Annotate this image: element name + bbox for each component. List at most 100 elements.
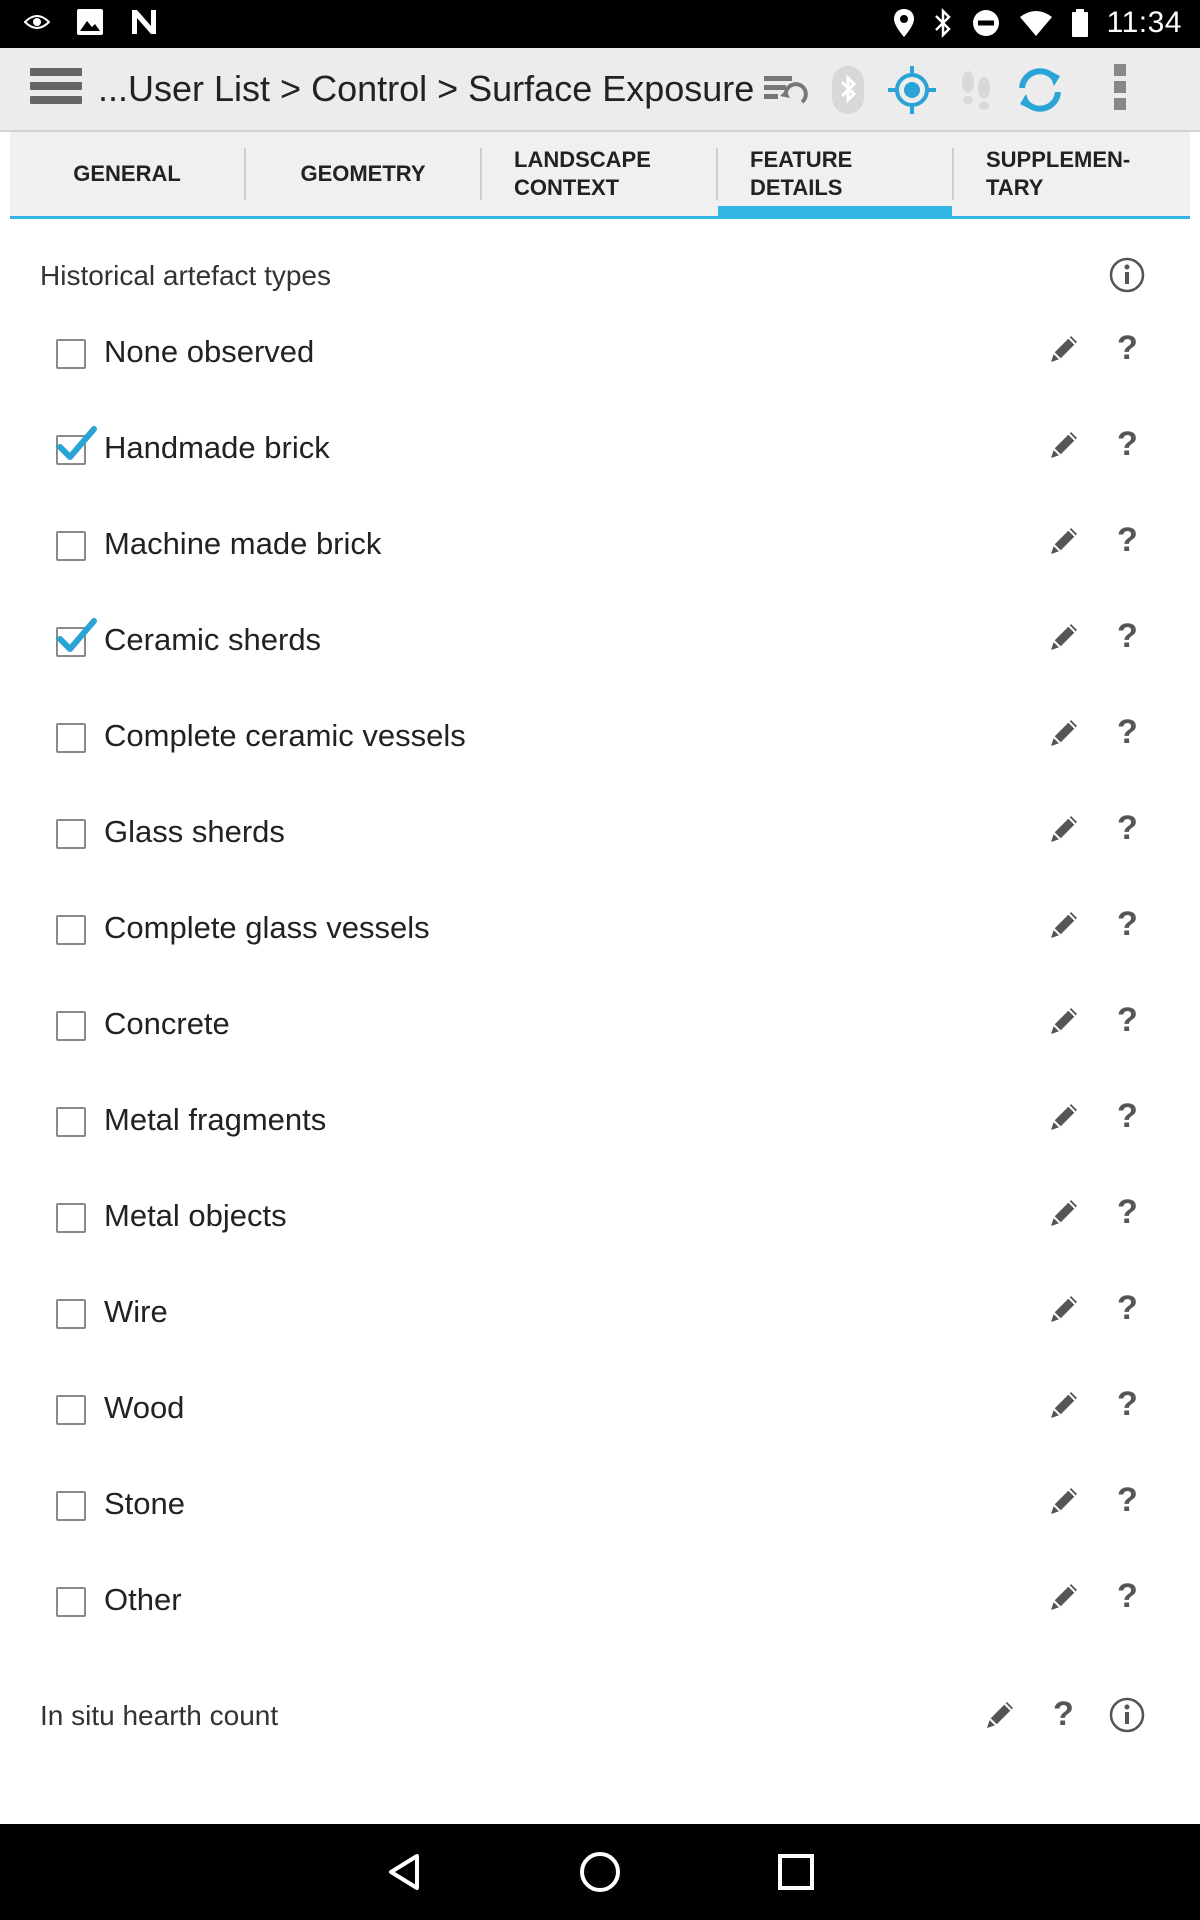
edit-pencil-icon[interactable] (1047, 1004, 1081, 1038)
checkbox-unchecked[interactable] (56, 339, 86, 369)
checkbox-checked[interactable] (56, 426, 97, 465)
eye-icon (24, 15, 50, 29)
gps-target-icon[interactable] (884, 62, 940, 118)
checkbox-unchecked[interactable] (56, 1587, 86, 1617)
info-icon[interactable] (1109, 257, 1145, 293)
tab-general[interactable]: GENERAL (10, 132, 244, 216)
sync-settings-icon[interactable] (756, 62, 812, 118)
status-time: 11:34 (1106, 6, 1182, 39)
option-row[interactable]: Concrete? (0, 978, 1200, 1074)
help-icon[interactable]: ? (1117, 808, 1138, 848)
info-icon[interactable] (1109, 1697, 1145, 1733)
option-label: Glass sherds (104, 814, 285, 849)
option-label: Ceramic sherds (104, 622, 322, 657)
footsteps-icon[interactable] (948, 62, 1004, 118)
option-row[interactable]: Other? (0, 1554, 1200, 1650)
edit-pencil-icon[interactable] (1047, 524, 1081, 558)
edit-pencil-icon[interactable] (1047, 1388, 1081, 1422)
bluetooth-disabled-icon[interactable] (820, 62, 876, 118)
breadcrumb-title: ...User List > Control > Surface Exposur… (98, 68, 755, 109)
help-icon[interactable]: ? (1117, 328, 1138, 368)
status-bar: 11:34 (0, 0, 1200, 48)
checkbox-unchecked[interactable] (56, 819, 86, 849)
option-row[interactable]: Metal objects? (0, 1170, 1200, 1266)
checkbox-unchecked[interactable] (56, 531, 86, 561)
option-label: Stone (104, 1486, 186, 1521)
location-pin-icon (893, 9, 914, 37)
help-icon[interactable]: ? (1117, 1288, 1138, 1328)
tab-label: GENERAL (73, 161, 181, 186)
home-icon[interactable] (578, 1850, 622, 1894)
help-icon[interactable]: ? (1117, 1096, 1138, 1136)
edit-pencil-icon[interactable] (1047, 1292, 1081, 1326)
n-logo-icon (132, 10, 156, 34)
edit-pencil-icon[interactable] (983, 1698, 1017, 1732)
recents-icon[interactable] (776, 1852, 816, 1892)
help-icon[interactable]: ? (1117, 1384, 1138, 1424)
bluetooth-icon (934, 8, 951, 38)
help-icon[interactable]: ? (1117, 1576, 1138, 1616)
option-row[interactable]: Glass sherds? (0, 786, 1200, 882)
tab-feature-details[interactable]: FEATURE DETAILS (718, 132, 952, 216)
option-label: Complete ceramic vessels (104, 718, 466, 753)
checkbox-unchecked[interactable] (56, 1299, 86, 1329)
help-icon[interactable]: ? (1117, 904, 1138, 944)
tab-label: GEOMETRY (300, 161, 426, 186)
option-row[interactable]: Complete glass vessels? (0, 882, 1200, 978)
help-icon[interactable]: ? (1117, 520, 1138, 560)
edit-pencil-icon[interactable] (1047, 1580, 1081, 1614)
overflow-menu-icon[interactable] (1110, 62, 1130, 118)
edit-pencil-icon[interactable] (1047, 428, 1081, 462)
edit-pencil-icon[interactable] (1047, 908, 1081, 942)
tab-label: LANDSCAPE CONTEXT (514, 147, 651, 200)
hamburger-menu-icon[interactable] (30, 68, 82, 110)
option-row[interactable]: Stone? (0, 1458, 1200, 1554)
refresh-icon[interactable] (1012, 62, 1068, 118)
option-label: Machine made brick (104, 526, 382, 561)
help-icon[interactable]: ? (1117, 712, 1138, 752)
checkbox-unchecked[interactable] (56, 1011, 86, 1041)
checkbox-unchecked[interactable] (56, 723, 86, 753)
option-row[interactable]: Complete ceramic vessels? (0, 690, 1200, 786)
edit-pencil-icon[interactable] (1047, 620, 1081, 654)
help-icon[interactable]: ? (1117, 1192, 1138, 1232)
checkbox-unchecked[interactable] (56, 915, 86, 945)
edit-pencil-icon[interactable] (1047, 1484, 1081, 1518)
help-icon[interactable]: ? (1117, 616, 1138, 656)
checkbox-unchecked[interactable] (56, 1203, 86, 1233)
system-nav-bar (0, 1824, 1200, 1920)
back-icon[interactable] (385, 1852, 425, 1892)
tab-geometry[interactable]: GEOMETRY (246, 132, 480, 216)
option-label: Complete glass vessels (104, 910, 430, 945)
edit-pencil-icon[interactable] (1047, 812, 1081, 846)
option-label: None observed (104, 334, 315, 369)
edit-pencil-icon[interactable] (1047, 716, 1081, 750)
option-label: Wire (104, 1294, 168, 1329)
help-icon[interactable]: ? (1117, 1480, 1138, 1520)
option-row[interactable]: None observed? (0, 306, 1200, 402)
help-icon[interactable]: ? (1117, 424, 1138, 464)
checkbox-checked[interactable] (56, 618, 97, 657)
tab-supplementary[interactable]: SUPPLEMEN- TARY (954, 132, 1190, 216)
option-row[interactable]: Handmade brick? (0, 402, 1200, 498)
option-row[interactable]: Wire? (0, 1266, 1200, 1362)
help-icon[interactable]: ? (1053, 1694, 1074, 1734)
edit-pencil-icon[interactable] (1047, 1100, 1081, 1134)
checkbox-unchecked[interactable] (56, 1107, 86, 1137)
option-row[interactable]: Machine made brick? (0, 498, 1200, 594)
tab-landscape-context[interactable]: LANDSCAPE CONTEXT (482, 132, 716, 216)
edit-pencil-icon[interactable] (1047, 332, 1081, 366)
edit-pencil-icon[interactable] (1047, 1196, 1081, 1230)
app-bar: ...User List > Control > Surface Exposur… (0, 48, 1200, 132)
option-label: Other (104, 1582, 182, 1617)
option-row[interactable]: Wood? (0, 1362, 1200, 1458)
section-title: Historical artefact types (40, 260, 331, 291)
option-row[interactable]: Ceramic sherds? (0, 594, 1200, 690)
option-label: Metal objects (104, 1198, 287, 1233)
tab-label: SUPPLEMEN- TARY (986, 147, 1131, 200)
do-not-disturb-icon (972, 10, 999, 36)
option-row[interactable]: Metal fragments? (0, 1074, 1200, 1170)
checkbox-unchecked[interactable] (56, 1395, 86, 1425)
help-icon[interactable]: ? (1117, 1000, 1138, 1040)
checkbox-unchecked[interactable] (56, 1491, 86, 1521)
